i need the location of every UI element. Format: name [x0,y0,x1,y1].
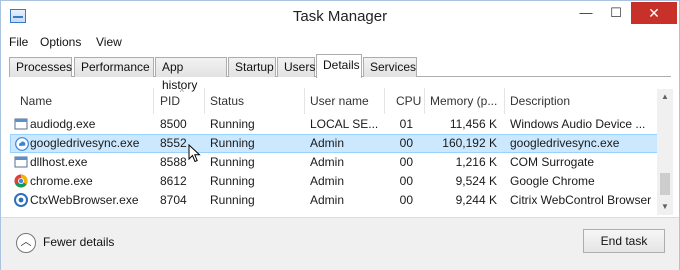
sort-ascending-icon: ^ [180,88,184,97]
cell-name: googledrivesync.exe [30,136,140,150]
cell-pid: 8612 [160,174,187,188]
cell-cpu: 00 [399,136,413,150]
tab-app-history[interactable]: App history [155,57,227,92]
cell-status: Running [210,193,255,207]
cell-status: Running [210,155,255,169]
column-divider[interactable] [504,88,505,114]
cell-memory: 11,456 K [449,117,497,131]
chrome-icon [14,174,28,188]
cell-user: Admin [310,193,345,207]
chevron-up-icon[interactable]: ︿ [16,233,36,253]
tab-users[interactable]: Users [277,57,315,77]
table-row[interactable]: chrome.exe 8612 Running Admin 00 9,524 K… [10,172,658,191]
cell-name: dllhost.exe [30,155,88,169]
cell-description: COM Surrogate [510,155,595,169]
cell-name: CtxWebBrowser.exe [30,193,139,207]
cell-memory: 9,244 K [455,193,497,207]
tab-startup[interactable]: Startup [228,57,276,77]
table-row[interactable]: CtxWebBrowser.exe 8704 Running Admin 00 … [10,191,658,210]
fewer-details-link[interactable]: Fewer details [43,235,114,249]
scroll-up-arrow-icon[interactable]: ▲ [657,89,673,105]
cell-user: Admin [310,155,345,169]
citrix-icon [14,193,28,207]
tab-strip: Processes Performance App history Startu… [9,54,671,92]
process-list: audiodg.exe 8500 Running LOCAL SE... 01 … [10,115,658,216]
cell-memory: 9,524 K [455,174,497,188]
cell-name: chrome.exe [30,174,93,188]
cell-cpu: 00 [399,193,413,207]
cell-name: audiodg.exe [30,117,96,131]
table-row-selected[interactable]: googledrivesync.exe 8552 Running Admin 0… [10,134,658,153]
cell-status: Running [210,117,255,131]
cell-cpu: 00 [399,174,413,188]
column-header-description[interactable]: Description [510,87,570,115]
column-divider[interactable] [384,88,385,114]
cell-user: Admin [310,174,345,188]
scrollbar-thumb[interactable] [660,173,670,195]
cell-pid: 8704 [160,193,187,207]
cell-description: Google Chrome [510,174,595,188]
column-header-status[interactable]: Status [210,87,244,115]
mouse-cursor-icon [188,144,201,163]
column-header-pid[interactable]: PID [160,87,180,115]
table-row[interactable]: audiodg.exe 8500 Running LOCAL SE... 01 … [10,115,658,134]
menu-view[interactable]: View [96,35,122,49]
task-manager-window: Task Manager — ☐ ✕ File Options View Pro… [0,0,680,270]
column-header-memory[interactable]: Memory (p... [430,87,497,115]
table-row[interactable]: dllhost.exe 8588 Running Admin 00 1,216 … [10,153,658,172]
column-header-name[interactable]: Name [20,87,52,115]
tab-services[interactable]: Services [363,57,417,77]
scroll-down-arrow-icon[interactable]: ▼ [657,199,673,215]
tab-processes[interactable]: Processes [9,57,72,77]
tab-performance[interactable]: Performance [74,57,154,77]
column-header-cpu[interactable]: CPU [396,87,421,115]
google-drive-icon [15,137,29,151]
cell-cpu: 01 [399,117,413,131]
column-divider[interactable] [424,88,425,114]
cell-pid: 8500 [160,117,187,131]
column-divider[interactable] [153,88,154,114]
details-table: Name PID ^ Status User name CPU Memory (… [10,87,674,216]
cell-description: googledrivesync.exe [510,136,620,150]
menu-options[interactable]: Options [40,35,81,49]
title-bar[interactable]: Task Manager — ☐ ✕ [1,1,679,32]
generic-exe-icon [14,156,28,168]
cell-status: Running [210,174,255,188]
cell-description: Citrix WebControl Browser [510,193,652,207]
cell-memory: 1,216 K [455,155,497,169]
column-divider[interactable] [204,88,205,114]
end-task-button[interactable]: End task [583,229,665,253]
footer-bar: ︿ Fewer details End task [1,217,679,270]
menu-file[interactable]: File [9,35,28,49]
vertical-scrollbar[interactable]: ▲ ▼ [657,89,673,215]
column-header-user-name[interactable]: User name [310,87,369,115]
generic-exe-icon [14,118,28,130]
cell-status: Running [210,136,255,150]
cell-cpu: 00 [399,155,413,169]
tab-details[interactable]: Details [316,54,362,78]
cell-description: Windows Audio Device ... [510,117,646,131]
maximize-button[interactable]: ☐ [602,2,630,24]
column-divider[interactable] [304,88,305,114]
minimize-button[interactable]: — [572,2,600,24]
cell-user: Admin [310,136,345,150]
close-button[interactable]: ✕ [631,2,677,24]
cell-memory: 160,192 K [442,136,497,150]
cell-user: LOCAL SE... [310,117,379,131]
